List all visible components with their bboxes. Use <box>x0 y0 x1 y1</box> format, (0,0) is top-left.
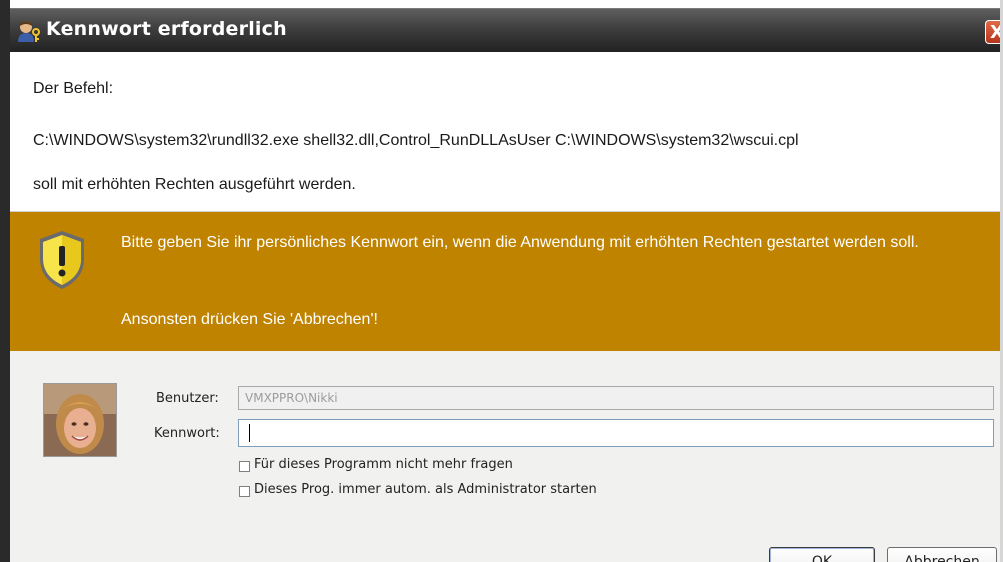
title-bar[interactable]: Kennwort erforderlich X <box>10 8 1003 52</box>
user-field: VMXPPRO\Nikki <box>238 386 994 410</box>
password-label: Kennwort: <box>154 426 220 441</box>
dont-ask-again-checkbox[interactable] <box>239 461 250 472</box>
message-intro: Der Befehl: <box>33 80 114 97</box>
window-left-border <box>0 0 10 562</box>
warning-cancel-hint: Ansonsten drücken Sie 'Abbrechen'! <box>121 311 378 328</box>
warning-text: Bitte geben Sie ihr persönliches Kennwor… <box>121 234 919 251</box>
warning-banner: Bitte geben Sie ihr persönliches Kennwor… <box>10 212 1003 351</box>
user-label: Benutzer: <box>156 391 219 406</box>
always-run-as-admin-checkbox[interactable] <box>239 486 250 497</box>
command-line: C:\WINDOWS\system32\rundll32.exe shell32… <box>33 132 799 149</box>
cancel-button[interactable]: Abbrechen <box>887 547 997 562</box>
text-caret <box>249 424 250 442</box>
password-dialog: Kennwort erforderlich X Der Befehl: C:\W… <box>0 0 1003 562</box>
message-elevation: soll mit erhöhten Rechten ausgeführt wer… <box>33 176 356 193</box>
window-title: Kennwort erforderlich <box>46 18 287 40</box>
credentials-form: Benutzer: VMXPPRO\Nikki Kennwort: Für di… <box>10 351 1003 562</box>
password-field[interactable] <box>238 419 994 447</box>
user-key-icon <box>16 18 42 44</box>
dont-ask-again-label[interactable]: Für dieses Programm nicht mehr fragen <box>254 457 513 472</box>
shield-warning-icon <box>36 229 88 291</box>
always-run-as-admin-label[interactable]: Dieses Prog. immer autom. als Administra… <box>254 482 597 497</box>
user-avatar <box>43 383 117 457</box>
ok-button[interactable]: OK <box>769 547 875 562</box>
